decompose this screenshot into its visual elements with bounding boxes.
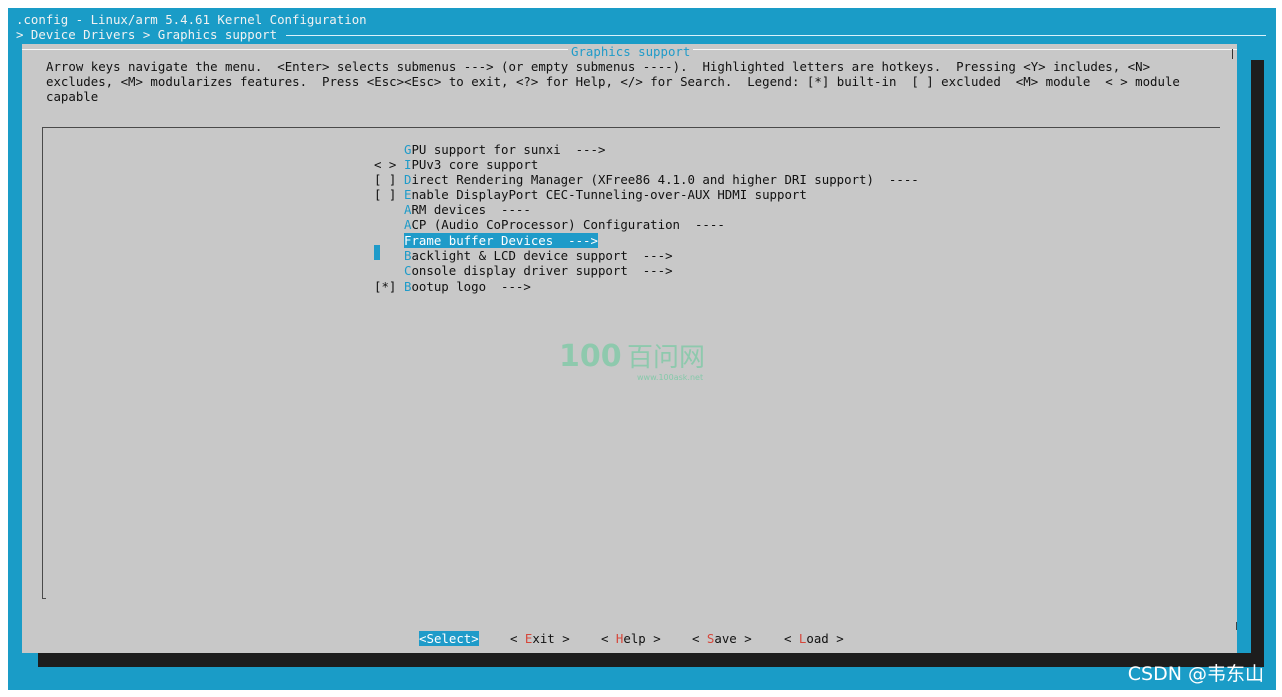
menuconfig-dialog: Graphics support Arrow keys navigate the… bbox=[22, 44, 1237, 653]
menu-item-label: onsole display driver support ---> bbox=[411, 263, 673, 278]
menu-item-direct-rendering-manager[interactable]: [ ] Direct Rendering Manager (XFree86 4.1… bbox=[374, 172, 919, 187]
menu-border-top bbox=[42, 127, 1220, 128]
menu-item-frame-buffer-devices[interactable]: Frame buffer Devices ---> bbox=[374, 233, 598, 260]
menu-item-prefix: < > bbox=[374, 157, 397, 172]
help-text-line-3: capable bbox=[46, 89, 99, 104]
button-bar: <Select> < Exit > < Help > < Save > < Lo… bbox=[22, 631, 1237, 647]
menu-item-displayport-cec[interactable]: [ ] Enable DisplayPort CEC-Tunneling-over… bbox=[374, 187, 807, 202]
dialog-right-tick bbox=[1236, 622, 1237, 630]
menu-item-label: nable DisplayPort CEC-Tunneling-over-AUX… bbox=[411, 187, 807, 202]
select-button[interactable]: <Select> bbox=[419, 631, 479, 647]
help-text-line-2: excludes, <M> modularizes features. Pres… bbox=[46, 74, 1180, 89]
menu-item-bootup-logo[interactable]: [*] Bootup logo ---> bbox=[374, 279, 531, 294]
menu-item-label: irect Rendering Manager (XFree86 4.1.0 a… bbox=[411, 172, 919, 187]
menu-item-label: rame buffer Devices ---> bbox=[411, 233, 598, 248]
window-title: .config - Linux/arm 5.4.61 Kernel Config… bbox=[16, 12, 367, 27]
menu-item-prefix: [*] bbox=[374, 279, 397, 294]
menu-item-acp-configuration[interactable]: ACP (Audio CoProcessor) Configuration --… bbox=[374, 217, 725, 232]
breadcrumb-rule bbox=[286, 35, 1266, 36]
dialog-shadow-right bbox=[1251, 60, 1264, 666]
help-button[interactable]: < Help > bbox=[601, 631, 661, 646]
menu-item-label: CP (Audio CoProcessor) Configuration ---… bbox=[411, 217, 725, 232]
menu-item-label: RM devices ---- bbox=[411, 202, 531, 217]
watermark-logo-number: 100 bbox=[559, 339, 622, 374]
menu-item-label: PUv3 core support bbox=[411, 157, 539, 172]
save-button[interactable]: < Save > bbox=[692, 631, 752, 646]
menu-item-ipuv3-core-support[interactable]: < > IPUv3 core support bbox=[374, 157, 538, 172]
breadcrumb: > Device Drivers > Graphics support bbox=[16, 27, 278, 42]
load-button[interactable]: < Load > bbox=[784, 631, 844, 646]
watermark-logo-cn: 百问网 bbox=[627, 343, 705, 373]
menu-border-left bbox=[42, 127, 43, 599]
csdn-watermark: CSDN @韦东山 bbox=[1127, 663, 1264, 685]
menu-item-backlight-lcd[interactable]: Backlight & LCD device support ---> bbox=[374, 248, 673, 263]
menu-border-corner bbox=[42, 598, 46, 599]
terminal-screen: .config - Linux/arm 5.4.61 Kernel Config… bbox=[8, 8, 1276, 690]
menu-item-gpu-support-sunxi[interactable]: GPU support for sunxi ---> bbox=[374, 142, 605, 157]
menu-item-label: acklight & LCD device support ---> bbox=[411, 248, 673, 263]
dialog-corner bbox=[1232, 49, 1233, 59]
menu-item-prefix: [ ] bbox=[374, 187, 397, 202]
menu-item-prefix: [ ] bbox=[374, 172, 397, 187]
dialog-title: Graphics support bbox=[568, 44, 694, 60]
watermark-logo: 100 百问网 www.100ask.net bbox=[559, 336, 719, 384]
menu-item-console-display-driver[interactable]: Console display driver support ---> bbox=[374, 263, 673, 278]
menu-item-arm-devices[interactable]: ARM devices ---- bbox=[374, 202, 531, 217]
exit-button[interactable]: < Exit > bbox=[510, 631, 570, 646]
dialog-shadow-bottom bbox=[38, 653, 1264, 667]
selection-highlight: Frame buffer Devices ---> bbox=[404, 233, 598, 248]
help-text-line-1: Arrow keys navigate the menu. <Enter> se… bbox=[46, 59, 1151, 74]
watermark-logo-graphic: 100 百问网 www.100ask.net bbox=[559, 339, 705, 382]
watermark-logo-url: www.100ask.net bbox=[637, 373, 703, 382]
menu-item-label: PU support for sunxi ---> bbox=[411, 142, 606, 157]
menu-item-label: ootup logo ---> bbox=[411, 279, 531, 294]
